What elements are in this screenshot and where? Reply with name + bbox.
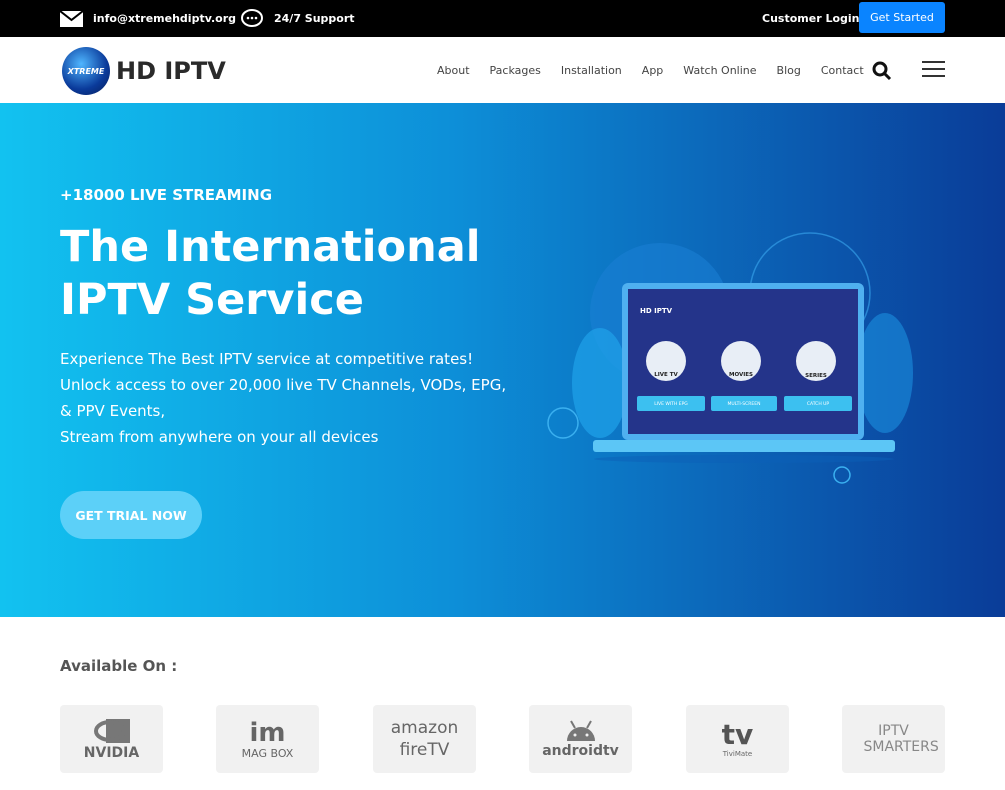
- platform-mag-box[interactable]: im MAG BOX: [216, 705, 319, 773]
- support-link[interactable]: 24/7 Support: [240, 0, 355, 37]
- hero-line: Stream from anywhere on your all devices: [60, 428, 379, 446]
- hero-title-line: The International: [60, 222, 481, 272]
- hero-title: The International IPTV Service: [60, 221, 560, 327]
- platform-label: MAG BOX: [241, 746, 294, 760]
- customer-login-link[interactable]: Customer Login: [762, 0, 860, 37]
- nav-contact[interactable]: Contact: [821, 64, 864, 77]
- screen-brand: HD IPTV: [640, 307, 673, 315]
- platform-iptv-smarters[interactable]: IPTV SMARTERS: [842, 705, 945, 773]
- screen-button: LIVE WITH EPG: [654, 401, 688, 407]
- screen-button: CATCH UP: [807, 401, 830, 407]
- hero-subtitle: +18000 LIVE STREAMING: [60, 186, 273, 204]
- android-robot-icon: [566, 720, 595, 741]
- mag-logo-icon: im: [249, 717, 286, 748]
- platform-amazon-firetv[interactable]: amazon fireTV: [373, 705, 476, 773]
- logo-text: HD IPTV: [116, 57, 226, 85]
- platform-label: amazon fireTV: [390, 718, 459, 760]
- hero-description: Experience The Best IPTV service at comp…: [60, 346, 506, 450]
- customer-login-text: Customer Login: [762, 12, 860, 25]
- nav-packages[interactable]: Packages: [490, 64, 541, 77]
- screen-tile: MOVIES: [729, 372, 753, 378]
- search-icon[interactable]: [872, 61, 892, 81]
- hero-section: +18000 LIVE STREAMING The International I…: [0, 103, 1005, 617]
- logo-globe: XTREME: [62, 47, 110, 95]
- platform-androidtv[interactable]: androidtv: [529, 705, 632, 773]
- nav-installation[interactable]: Installation: [561, 64, 622, 77]
- hero-line: Experience The Best IPTV service at comp…: [60, 350, 474, 368]
- get-started-button[interactable]: Get Started: [859, 2, 945, 33]
- hamburger-menu-icon[interactable]: [922, 61, 945, 79]
- platform-nvidia[interactable]: NVIDIA: [60, 705, 163, 773]
- laptop-illustration: HD IPTV LIVE TV MOVIES SERIES LIVE WITH …: [547, 232, 913, 484]
- envelope-icon: [60, 10, 83, 27]
- platform-label: TiviMate: [722, 750, 753, 758]
- hero-line: Unlock access to over 20,000 live TV Cha…: [60, 376, 507, 394]
- email-text: info@xtremehdiptv.org: [93, 12, 237, 25]
- logo[interactable]: XTREME HD IPTV: [62, 47, 226, 95]
- tivimate-logo-icon: tv: [721, 718, 754, 751]
- get-trial-button[interactable]: GET TRIAL NOW: [60, 491, 202, 539]
- nvidia-logo-icon: [93, 719, 130, 743]
- platform-label: NVIDIA: [83, 745, 140, 761]
- hero-line: & PPV Events,: [60, 402, 166, 420]
- screen-tile: SERIES: [805, 373, 827, 379]
- main-nav: XTREME HD IPTV About Packages Installati…: [0, 37, 1005, 103]
- nav-app[interactable]: App: [642, 64, 664, 77]
- nav-blog[interactable]: Blog: [777, 64, 801, 77]
- screen-button: MULTI-SCREEN: [728, 401, 761, 407]
- platform-tivimate[interactable]: tv TiviMate: [686, 705, 789, 773]
- top-bar: info@xtremehdiptv.org 24/7 Support Custo…: [0, 0, 1005, 37]
- email-link[interactable]: info@xtremehdiptv.org: [60, 0, 236, 37]
- support-text: 24/7 Support: [274, 12, 355, 25]
- nav-watch-online[interactable]: Watch Online: [683, 64, 756, 77]
- available-on-title: Available On :: [60, 657, 178, 675]
- platform-label: androidtv: [542, 743, 619, 759]
- screen-tile: LIVE TV: [654, 372, 678, 378]
- hero-title-line: IPTV Service: [60, 275, 364, 325]
- nav-about[interactable]: About: [437, 64, 470, 77]
- chat-icon: [241, 8, 263, 27]
- platform-label: IPTV SMARTERS: [863, 723, 939, 755]
